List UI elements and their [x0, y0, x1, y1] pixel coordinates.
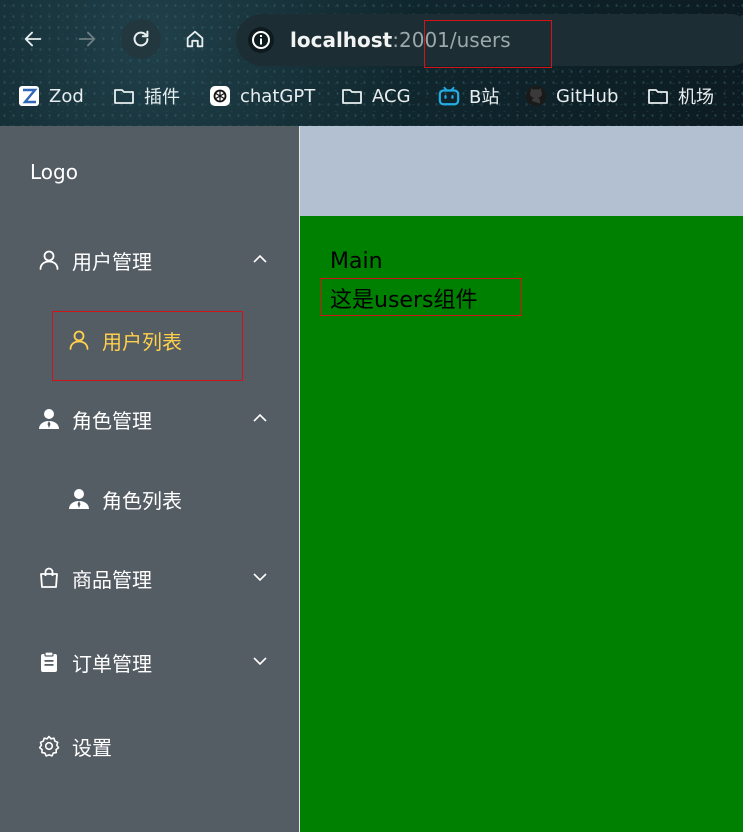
- page-header: [300, 126, 743, 216]
- bookmarks-bar: Zod 插件 chatGPT ACG B站 GitHub 机场: [0, 80, 743, 112]
- bookmark-plugins[interactable]: 插件: [113, 80, 180, 112]
- shopping-bag-icon: [36, 565, 62, 591]
- component-highlight-box: [320, 278, 522, 316]
- bookmark-label: chatGPT: [240, 85, 316, 107]
- logo: Logo: [30, 160, 78, 184]
- url-host: localhost: [290, 28, 393, 52]
- avatar-filled-icon: [66, 486, 92, 512]
- openai-icon: [209, 85, 231, 107]
- avatar-filled-icon: [36, 406, 62, 432]
- bookmark-github[interactable]: GitHub: [525, 80, 618, 112]
- menu-label: 商品管理: [72, 567, 152, 592]
- back-button[interactable]: [13, 19, 53, 59]
- arrow-right-icon: [78, 31, 96, 47]
- arrow-left-icon: [24, 31, 42, 47]
- bookmark-label: 机场: [678, 87, 714, 108]
- bookmark-zod[interactable]: Zod: [18, 80, 84, 112]
- folder-icon: [647, 85, 669, 107]
- chevron-up-icon: [253, 413, 267, 422]
- forward-button[interactable]: [67, 19, 107, 59]
- menu-product-management[interactable]: 商品管理: [0, 550, 299, 606]
- home-button[interactable]: [175, 19, 215, 59]
- main-title: Main: [330, 249, 383, 274]
- menu-label: 设置: [72, 735, 112, 760]
- menu-role-list[interactable]: 角色列表: [0, 471, 299, 527]
- menu-label: 用户管理: [72, 249, 152, 274]
- folder-icon: [113, 85, 135, 107]
- site-info-icon[interactable]: [248, 27, 274, 53]
- bookmark-label: B站: [469, 87, 500, 108]
- menu-order-management[interactable]: 订单管理: [0, 634, 299, 690]
- user-icon: [36, 247, 62, 273]
- url-highlight-box: [424, 20, 552, 68]
- bookmark-acg[interactable]: ACG: [341, 80, 411, 112]
- reload-button[interactable]: [121, 19, 161, 59]
- clipboard-icon: [36, 649, 62, 675]
- chevron-down-icon: [253, 573, 267, 582]
- github-icon: [525, 85, 547, 107]
- sidebar: Logo 用户管理 用户列表 角色管理 角色列表 商品管理 订单管理 设置: [0, 126, 300, 832]
- browser-chrome: localhost:2001/users Zod 插件 chatGPT ACG …: [0, 0, 743, 126]
- menu-label: 角色管理: [72, 408, 152, 433]
- zod-icon: [18, 85, 40, 107]
- chevron-down-icon: [253, 657, 267, 666]
- bookmark-bilibili[interactable]: B站: [438, 80, 499, 112]
- bookmark-label: ACG: [372, 85, 411, 107]
- menu-user-management[interactable]: 用户管理: [0, 232, 299, 288]
- bookmark-label: Zod: [49, 85, 84, 107]
- main-content: Main 这是users组件: [300, 216, 743, 832]
- menu-settings[interactable]: 设置: [0, 718, 299, 774]
- menu-label: 角色列表: [102, 488, 182, 513]
- folder-icon: [341, 85, 363, 107]
- bookmark-label: 插件: [144, 87, 180, 108]
- gear-icon: [36, 733, 62, 759]
- home-icon: [186, 30, 204, 48]
- menu-role-management[interactable]: 角色管理: [0, 391, 299, 447]
- chevron-up-icon: [253, 254, 267, 263]
- bookmark-chatgpt[interactable]: chatGPT: [209, 80, 315, 112]
- menu-label: 订单管理: [72, 651, 152, 676]
- bookmark-airport[interactable]: 机场: [647, 80, 714, 112]
- reload-icon: [133, 30, 149, 47]
- active-item-highlight-box: [52, 311, 243, 381]
- bookmark-label: GitHub: [556, 85, 619, 107]
- bilibili-icon: [438, 85, 460, 107]
